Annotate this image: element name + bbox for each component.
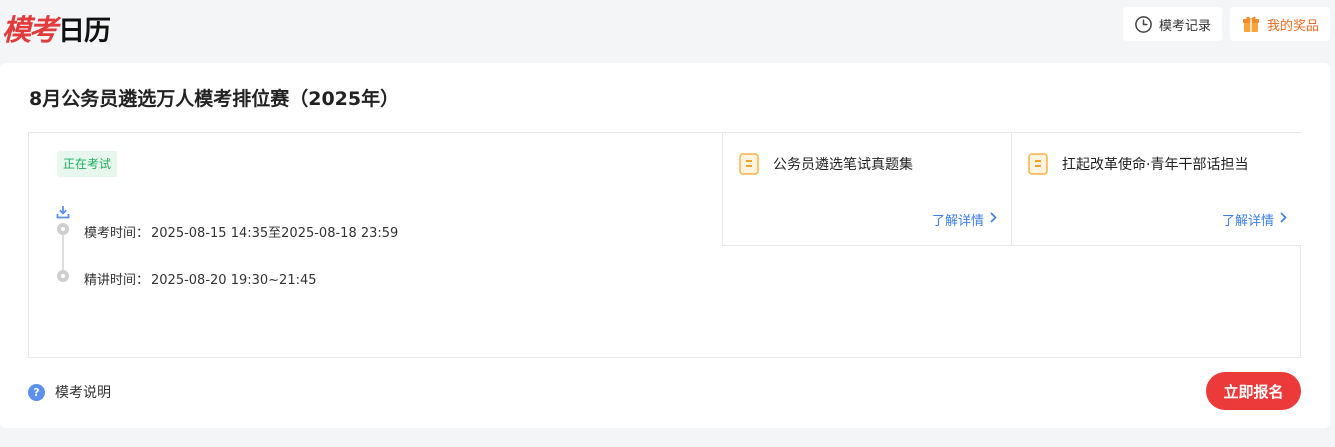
- timeline-dot: [57, 223, 69, 235]
- chevron-right-icon: [1280, 212, 1287, 227]
- exam-time-label: 模考时间：: [84, 226, 150, 241]
- my-prizes-button[interactable]: 我的奖品: [1230, 7, 1330, 41]
- exam-info-box: 正在考试 模考时间： 2025-08-15 14:35至2025-08-18 23…: [28, 132, 1301, 358]
- learn-more-label: 了解详情: [931, 214, 984, 229]
- exam-title: 8月公务员遴选万人模考排位赛（2025年）: [29, 88, 400, 110]
- exam-records-label: 模考记录: [1159, 18, 1212, 34]
- signup-button[interactable]: 立即报名: [1206, 372, 1301, 410]
- exam-records-button[interactable]: 模考记录: [1123, 7, 1222, 41]
- exam-time-row: 模考时间： 2025-08-15 14:35至2025-08-18 23:59: [84, 222, 400, 241]
- logo-red-text: 模考: [2, 13, 58, 47]
- top-bar: 模考 日历 模考记录 我的奖品: [0, 0, 1335, 60]
- timeline-dot: [57, 270, 69, 282]
- resource-card[interactable]: 扛起改革使命·青年干部话担当 了解详情: [1011, 133, 1301, 246]
- logo[interactable]: 模考 日历: [2, 8, 111, 48]
- gift-icon: [1241, 14, 1261, 34]
- timeline-line: [62, 231, 64, 275]
- exam-instructions-link[interactable]: ? 模考说明: [28, 382, 111, 402]
- exam-instructions-label: 模考说明: [55, 385, 111, 401]
- my-prizes-label: 我的奖品: [1267, 18, 1320, 34]
- learn-more-link[interactable]: 了解详情: [932, 210, 997, 229]
- learn-more-label: 了解详情: [1221, 214, 1274, 229]
- resource-card[interactable]: 公务员遴选笔试真题集 了解详情: [722, 133, 1011, 246]
- chevron-right-icon: [990, 212, 997, 227]
- lecture-time-value: 2025-08-20 19:30~21:45: [151, 273, 317, 288]
- resource-name: 扛起改革使命·青年干部话担当: [1062, 157, 1249, 173]
- download-icon[interactable]: [56, 204, 70, 219]
- status-badge: 正在考试: [57, 151, 118, 177]
- clock-icon: [1133, 14, 1153, 34]
- document-icon: [1028, 153, 1048, 175]
- learn-more-link[interactable]: 了解详情: [1222, 210, 1287, 229]
- exam-time-value: 2025-08-15 14:35至2025-08-18 23:59: [151, 226, 399, 241]
- exam-card: 8月公务员遴选万人模考排位赛（2025年） 正在考试 模考时间： 2025-08-…: [0, 63, 1330, 428]
- lecture-time-label: 精讲时间：: [84, 273, 150, 288]
- logo-black-text: 日历: [58, 15, 111, 47]
- document-icon: [739, 153, 759, 175]
- resource-name: 公务员遴选笔试真题集: [773, 157, 913, 173]
- lecture-time-row: 精讲时间： 2025-08-20 19:30~21:45: [84, 269, 319, 288]
- question-icon: ?: [28, 383, 45, 401]
